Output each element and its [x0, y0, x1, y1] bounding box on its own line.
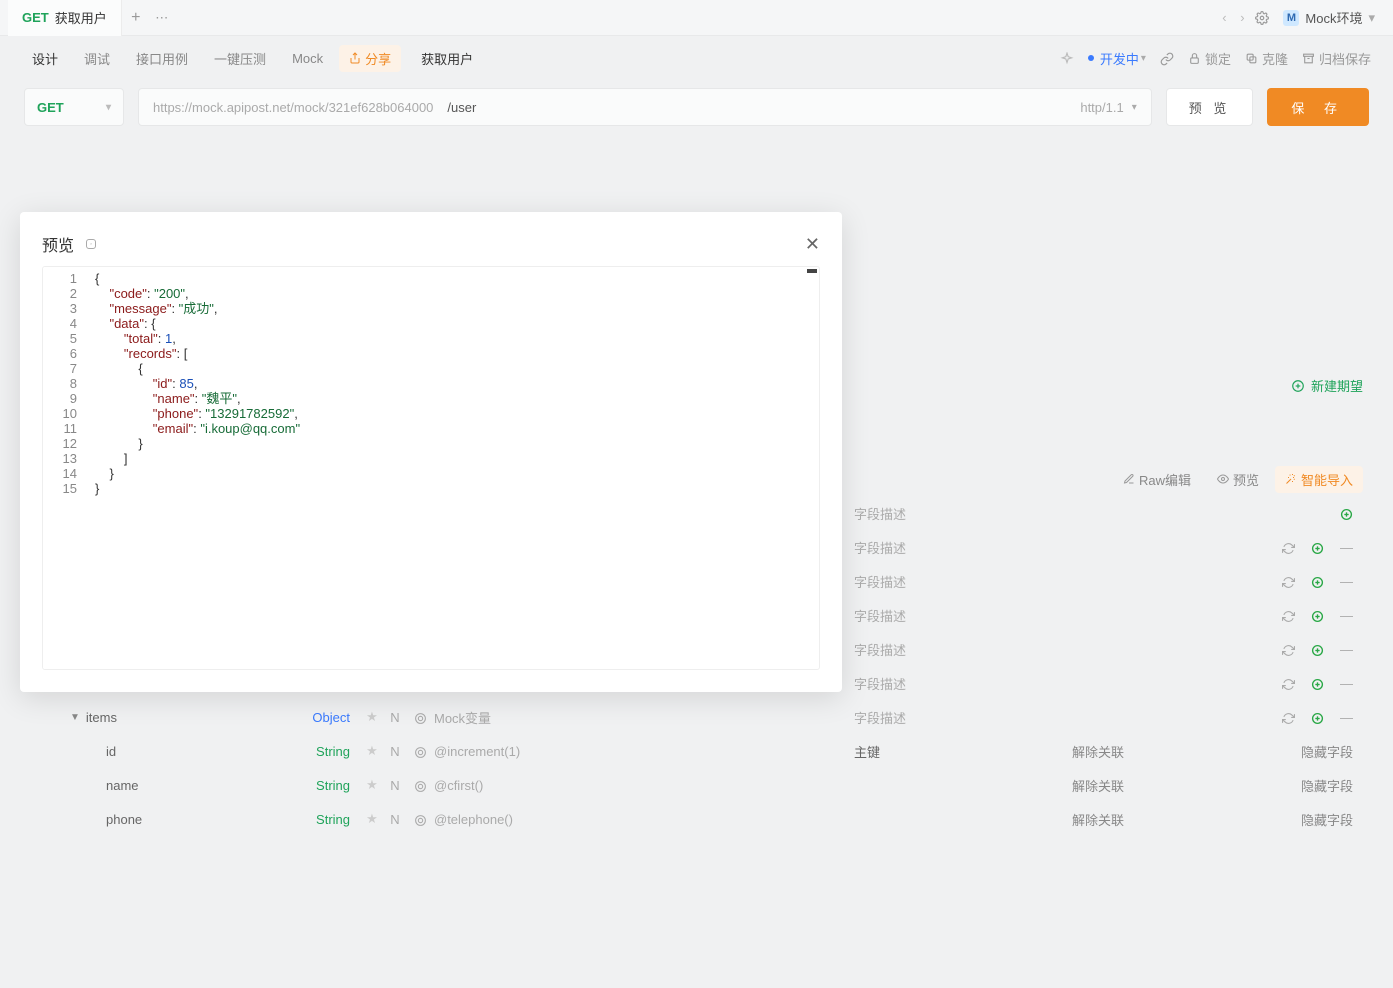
- close-button[interactable]: ✕: [805, 234, 820, 255]
- refresh-button[interactable]: [86, 239, 96, 249]
- preview-modal: 预览 ✕ 123456789101112131415 { "code": "20…: [20, 212, 842, 692]
- fold-handle-icon[interactable]: [807, 269, 817, 273]
- refresh-icon: [90, 238, 92, 250]
- code-content: { "code": "200", "message": "成功", "data"…: [87, 267, 819, 669]
- line-gutter: 123456789101112131415: [43, 267, 87, 669]
- json-code-viewer[interactable]: 123456789101112131415 { "code": "200", "…: [42, 266, 820, 670]
- modal-title: 预览: [42, 232, 74, 256]
